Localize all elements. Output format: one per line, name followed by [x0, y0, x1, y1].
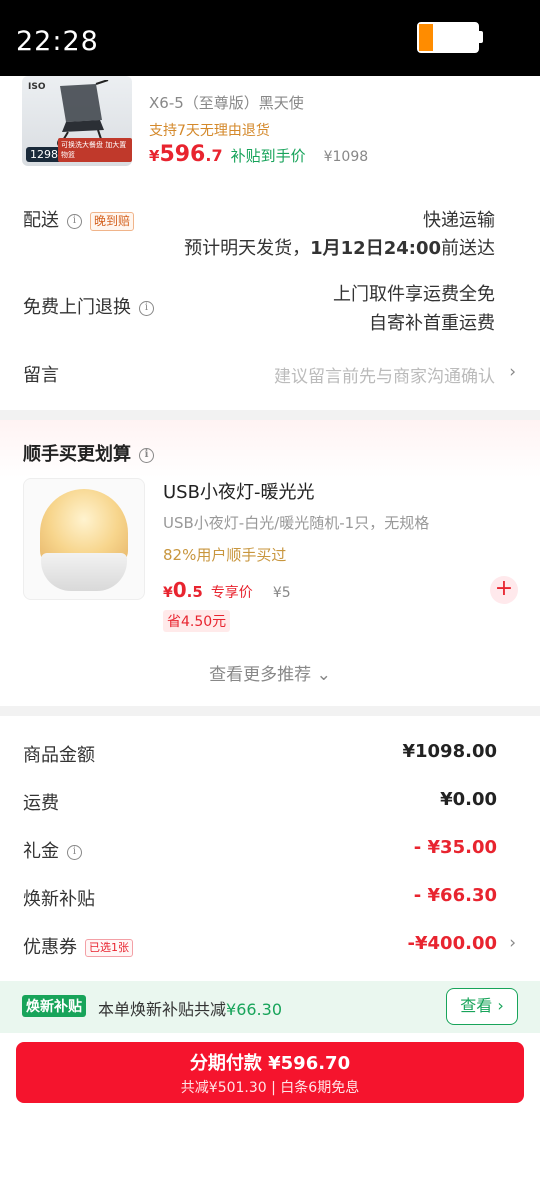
iso-badge: ISO [28, 82, 46, 92]
subsidy-price-label: 补贴到手价 [230, 147, 306, 165]
summary-value-goods: ¥1098.00 [402, 741, 497, 762]
see-more-recommend-link[interactable]: 查看更多推荐 ⌄ [0, 660, 540, 685]
battery-tip [479, 31, 483, 43]
chevron-down-icon: ⌄ [316, 665, 331, 685]
info-icon[interactable]: i [139, 300, 154, 316]
summary-value-subsidy: - ¥66.30 [413, 885, 497, 906]
summary-label-shipping: 运费 [23, 793, 59, 814]
product-variant: X6-5（至尊版）黑天使 [149, 94, 304, 112]
pay-button-subtext: 共减¥501.30 | 白条6期免息 [180, 1080, 360, 1096]
night-light-image[interactable] [23, 478, 145, 600]
summary-value-gift: - ¥35.00 [413, 837, 497, 858]
recommend-title: 顺手买更划算 i [23, 440, 154, 466]
return-service-row[interactable]: 免费上门退换 i [23, 293, 154, 319]
return-service-line2: 自寄补首重运费 [369, 313, 495, 334]
info-icon[interactable]: i [67, 844, 82, 860]
section-divider [0, 410, 540, 420]
delivery-row[interactable]: 配送 i 晚到赔 [23, 206, 135, 232]
message-label: 留言 [23, 365, 59, 386]
section-divider [0, 706, 540, 716]
coupon-selected-tag: 已选1张 [85, 939, 133, 957]
savings-badge: 省4.50元 [163, 610, 231, 632]
original-price: ¥1098 [323, 149, 369, 165]
recommend-original-price: ¥5 [272, 585, 291, 601]
info-icon[interactable]: i [67, 213, 82, 229]
late-compensation-tag: 晚到赔 [90, 211, 135, 231]
summary-label-gift: 礼金 [23, 841, 59, 862]
subsidy-bar: 焕新补贴 本单焕新补贴共减¥66.30 查看 › [0, 981, 540, 1033]
summary-label-goods: 商品金额 [23, 745, 95, 766]
info-icon[interactable]: i [139, 447, 154, 463]
summary-row-coupon[interactable]: 优惠券 已选1张 [23, 933, 133, 959]
status-time: 22:28 [16, 26, 99, 57]
view-subsidy-button[interactable]: 查看 › [446, 988, 518, 1025]
recommend-item-buyers: 82%用户顺手买过 [163, 546, 287, 564]
chevron-right-icon[interactable]: › [509, 362, 516, 382]
summary-row-gift[interactable]: 礼金 i [23, 837, 82, 863]
delivery-estimate: 预计明天发货，1月12日24:00前送达 [184, 238, 495, 259]
chevron-right-icon[interactable]: › [509, 933, 516, 953]
subsidy-badge: 焕新补贴 [22, 995, 86, 1017]
return-service-line1: 上门取件享运费全免 [333, 284, 495, 305]
return-policy-note: 支持7天无理由退货 [149, 123, 270, 139]
delivery-method: 快递运输 [423, 210, 495, 231]
delivery-label: 配送 [23, 210, 59, 231]
installment-pay-button[interactable]: 分期付款 ¥596.70 共减¥501.30 | 白条6期免息 [16, 1042, 524, 1103]
recommend-price: ¥0.5 [163, 578, 203, 602]
add-to-order-button[interactable]: + [490, 576, 518, 604]
message-input[interactable]: 建议留言前先与商家沟通确认 [274, 362, 495, 387]
status-bar: 22:28 [0, 0, 540, 76]
product-price: ¥596.7 [149, 142, 223, 167]
recommend-item-desc: USB小夜灯-白光/暖光随机-1只，无规格 [163, 514, 430, 532]
subsidy-text: 本单焕新补贴共减¥66.30 [98, 1000, 282, 1019]
summary-value-shipping: ¥0.00 [440, 789, 497, 810]
product-summary[interactable]: ISO 1298 可换洗大餐盘 加大置物篮 X6-5（至尊版）黑天使 支持7天无… [0, 76, 540, 186]
chevron-right-icon: › [497, 996, 504, 1015]
battery-icon [417, 22, 479, 53]
pay-button-label: 分期付款 ¥596.70 [189, 1053, 351, 1074]
return-service-label: 免费上门退换 [23, 297, 131, 318]
exclusive-price-label: 专享价 [210, 585, 253, 601]
thumbnail-promo: 可换洗大餐盘 加大置物篮 [58, 138, 132, 162]
thumbnail-price: 1298 [26, 147, 62, 162]
product-thumbnail[interactable]: ISO 1298 可换洗大餐盘 加大置物篮 [22, 76, 132, 166]
recommend-section: 顺手买更划算 i USB小夜灯-暖光光 USB小夜灯-白光/暖光随机-1只，无规格… [0, 420, 540, 706]
lamp-base [41, 553, 127, 591]
summary-label-subsidy: 焕新补贴 [23, 889, 95, 910]
summary-label-coupon: 优惠券 [23, 937, 77, 958]
recommend-price-row: ¥0.5 专享价 ¥5 [163, 578, 291, 602]
recommend-item-name[interactable]: USB小夜灯-暖光光 [163, 478, 314, 504]
summary-value-coupon[interactable]: -¥400.00 [408, 933, 497, 954]
product-price-row: ¥596.7 补贴到手价 ¥1098 [149, 142, 368, 167]
